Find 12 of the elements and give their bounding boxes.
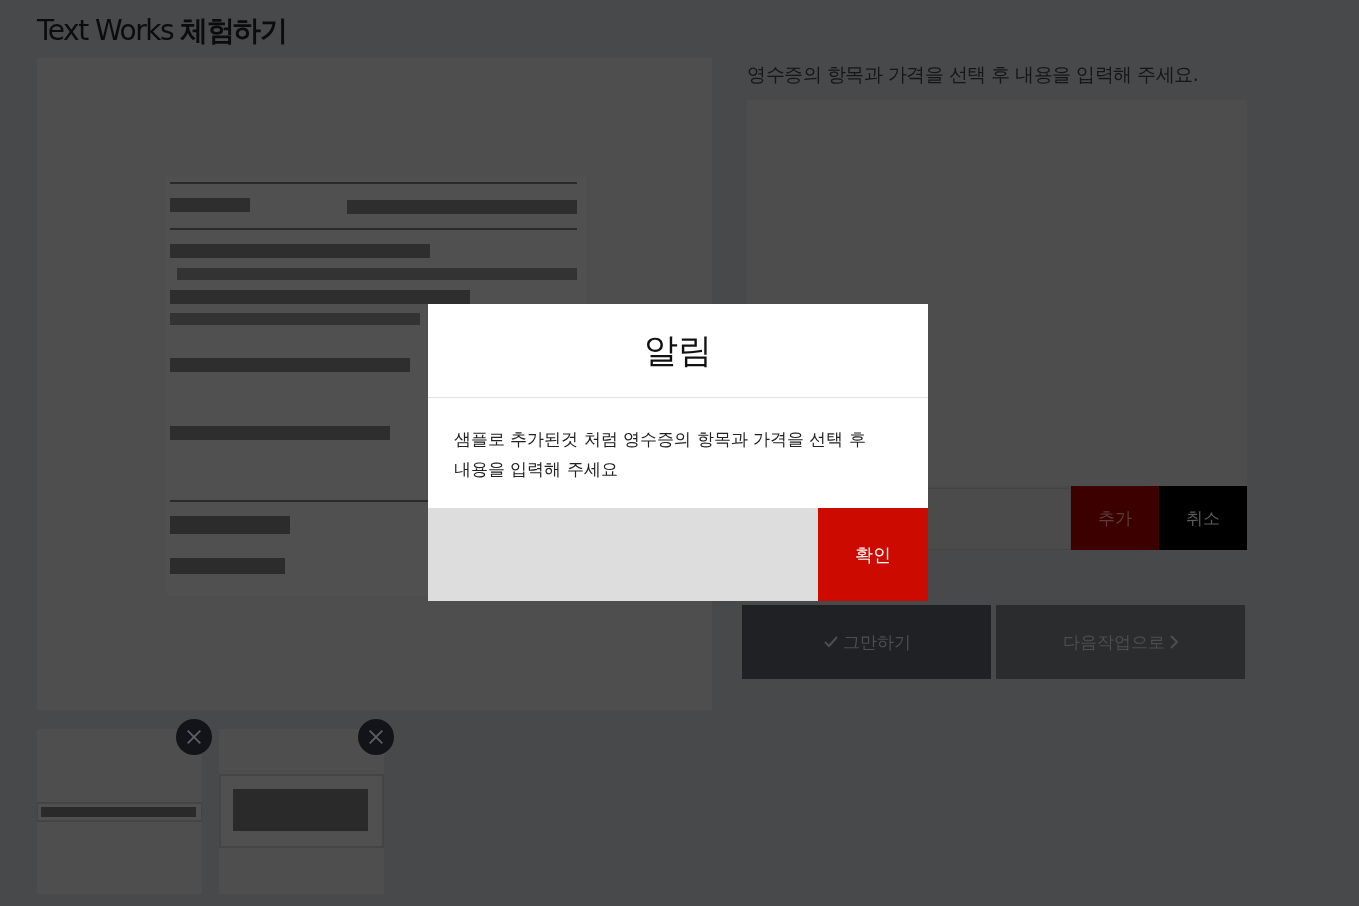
cancel-button[interactable]: 취소 bbox=[1159, 486, 1247, 550]
check-icon bbox=[822, 634, 839, 650]
dialog-title: 알림 bbox=[428, 304, 928, 398]
close-button[interactable] bbox=[176, 719, 212, 755]
add-button[interactable]: 추가 bbox=[1071, 486, 1159, 550]
chevron-icon bbox=[1168, 634, 1179, 650]
dialog-message: 샘플로 추가된것 처럼 영수증의 항목과 가격을 선택 후 내용을 입력해 주세요 bbox=[453, 428, 867, 481]
close-icon bbox=[367, 728, 385, 746]
confirm-button[interactable]: 확인 bbox=[818, 508, 928, 601]
close-button[interactable] bbox=[358, 719, 394, 755]
page-title: Text Works 체험하기 bbox=[36, 13, 288, 49]
close-icon bbox=[185, 728, 203, 746]
